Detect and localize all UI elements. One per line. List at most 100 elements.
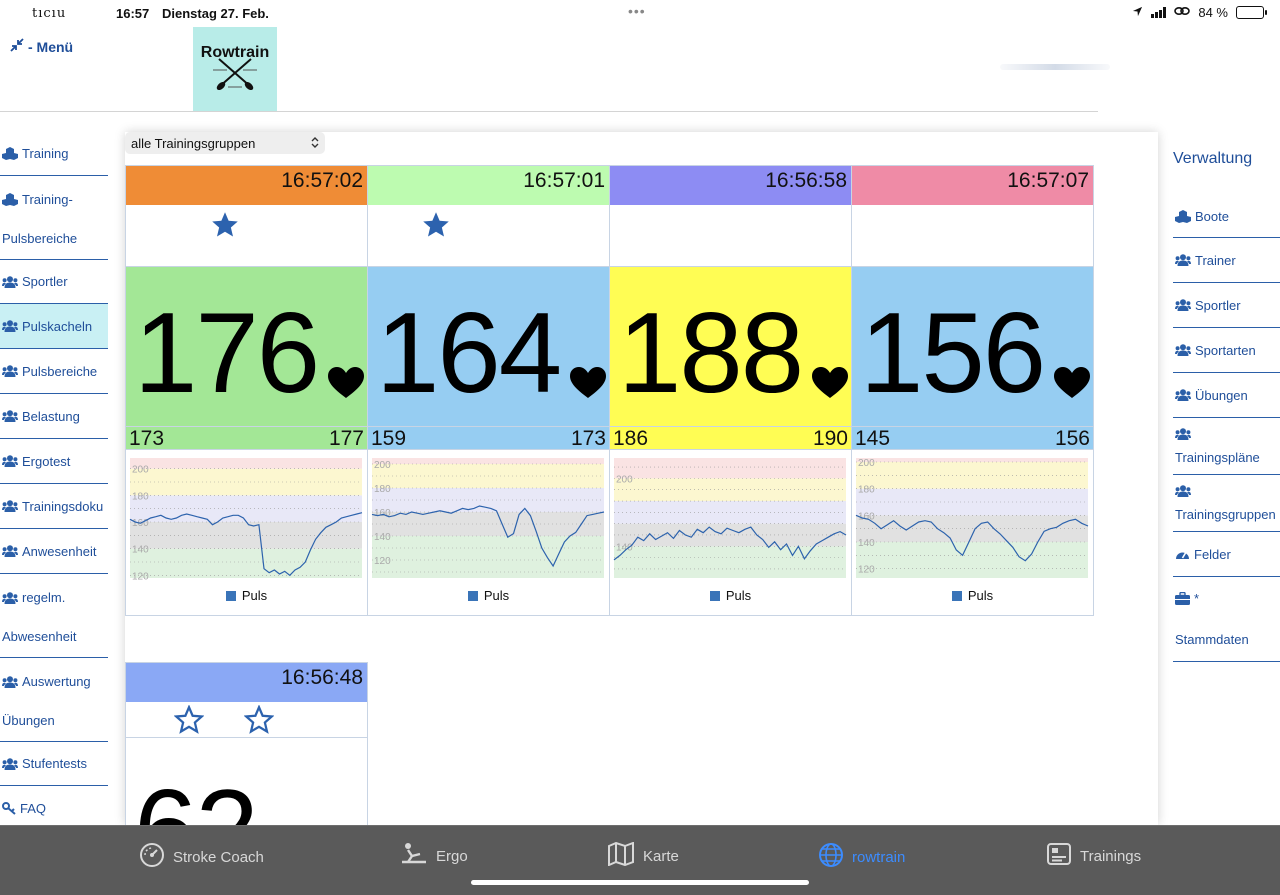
status-scribble: tıcıu <box>32 6 67 21</box>
admin-item-übungen[interactable]: Übungen <box>1173 373 1280 418</box>
star-outline-icon[interactable] <box>173 704 205 740</box>
tile-rating <box>368 205 609 267</box>
users-icon <box>2 545 18 557</box>
sidebar-item-label: Pulskacheln <box>22 318 93 334</box>
pulse-tile[interactable]: 16:57:01 164 159 173 120 140 160 180 200 Puls <box>367 165 610 616</box>
tile-minmax: 186 190 <box>610 426 851 450</box>
sidebar-item-row: Pulskacheln <box>2 319 106 334</box>
legend-label: Puls <box>241 588 268 603</box>
pulse-tile[interactable]: 16:56:58 188 186 190 140 200 Puls <box>609 165 852 616</box>
legend-swatch <box>467 591 478 601</box>
tile-max: 190 <box>812 427 848 450</box>
admin-item-label: Trainingsgruppen <box>1175 506 1276 522</box>
sidebar-item-pulskacheln[interactable]: Pulskacheln <box>0 304 108 349</box>
sidebar-item-training[interactable]: Training- Pulsbereiche <box>0 176 108 260</box>
sidebar-item-regelm[interactable]: regelm. Abwesenheit <box>0 574 108 658</box>
dock-label: Karte <box>643 847 679 865</box>
admin-item-label: * <box>1194 591 1200 606</box>
home-indicator[interactable] <box>471 880 809 885</box>
tile-bpm: 62 <box>134 774 259 828</box>
tile-bpm: 176 <box>134 290 320 417</box>
star-filled-icon[interactable] <box>421 210 451 245</box>
sidebar-item-label: Training <box>22 146 69 161</box>
admin-item-trainingsgruppen[interactable]: Trainingsgruppen <box>1173 475 1280 532</box>
cubes-icon <box>2 147 18 160</box>
location-icon <box>1132 5 1143 20</box>
users-icon <box>2 757 18 770</box>
dock-karte[interactable]: Karte <box>607 841 679 870</box>
menu-button[interactable]: - Menü <box>10 38 73 55</box>
admin-item-trainingspläne[interactable]: Trainingspläne <box>1173 418 1280 475</box>
chart-legend[interactable]: Puls <box>126 588 367 603</box>
sidebar-item-label-cont: Pulsbereiche <box>2 231 78 246</box>
heart-icon <box>328 367 364 404</box>
sidebar-item-label: Anwesenheit <box>22 543 97 559</box>
sidebar-item-ergotest[interactable]: Ergotest <box>0 439 108 484</box>
dock-rowtrain[interactable]: rowtrain <box>818 842 905 872</box>
dock-label: Stroke Coach <box>173 848 264 866</box>
crossed-oars-icon <box>213 58 257 91</box>
sidebar-item-sportler[interactable]: Sportler <box>0 260 108 304</box>
multitask-dots-icon[interactable]: ••• <box>628 3 646 19</box>
sidebar-item-row: Auswertung <box>2 674 106 689</box>
chart-legend[interactable]: Puls <box>368 588 609 603</box>
sidebar-item-trainingsdoku[interactable]: Trainingsdoku <box>0 484 108 529</box>
users-icon <box>2 365 18 377</box>
admin-item-trainer[interactable]: Trainer <box>1173 238 1280 283</box>
admin-item-felder[interactable]: Felder <box>1173 532 1280 577</box>
chart-legend[interactable]: Puls <box>852 588 1093 603</box>
users-icon <box>2 591 18 604</box>
status-time: 16:57 <box>116 6 150 21</box>
tile-max: 173 <box>570 427 606 450</box>
sidebar-item-label: Ergotest <box>22 453 71 469</box>
star-filled-icon[interactable] <box>210 210 240 245</box>
admin-item-boote[interactable]: Boote <box>1173 196 1280 238</box>
tile-pulse: 156 145 156 <box>852 267 1093 450</box>
tile-time: 16:57:07 <box>852 166 1093 205</box>
key-icon <box>2 801 16 815</box>
chart-legend[interactable]: Puls <box>610 588 851 603</box>
hr-zone-band <box>614 546 846 578</box>
admin-item-label: Felder <box>1194 546 1231 562</box>
dock-stroke-coach[interactable]: Stroke Coach <box>139 842 264 872</box>
admin-item-sportler[interactable]: Sportler <box>1173 283 1280 328</box>
sidebar-item-stufentests[interactable]: Stufentests <box>0 742 108 786</box>
pulse-tile[interactable]: 16:57:07 156 145 156 120 140 160 180 200 Puls <box>851 165 1094 616</box>
sidebar-item-auswertung[interactable]: Auswertung Übungen <box>0 658 108 742</box>
pulse-chart-svg: 120140160180200 <box>855 458 1089 578</box>
star-outline-icon[interactable] <box>243 704 275 740</box>
sidebar-item-training[interactable]: Training <box>0 132 108 176</box>
map-icon <box>607 841 635 870</box>
admin-item-label: Trainer <box>1195 252 1236 268</box>
sidebar-item-row: regelm. <box>2 590 106 605</box>
pulse-tile[interactable]: 16:57:02 176 173 177 120 140 160 180 200 Puls <box>125 165 368 616</box>
tile-bpm: 164 <box>376 290 562 417</box>
training-group-select[interactable]: alle Trainingsgruppen <box>125 132 325 154</box>
menu-label: - Menü <box>28 38 74 55</box>
y-tick-label: 120 <box>132 571 149 582</box>
admin-sidebar: Verwaltung Boote Trainer Sportler Sportarte… <box>1173 150 1280 662</box>
y-tick-label: 140 <box>132 545 149 556</box>
tile-pulse-chart: 140 200 Puls <box>610 450 851 615</box>
tile-minmax: 145 156 <box>852 426 1093 450</box>
sidebar-item-pulsbereiche[interactable]: Pulsbereiche <box>0 349 108 394</box>
admin-item-sportarten[interactable]: Sportarten <box>1173 328 1280 373</box>
tile-minmax: 173 177 <box>126 426 367 450</box>
admin-item-label: Boote <box>1195 209 1229 224</box>
pulse-tile[interactable]: 16:56:48 62 <box>125 662 368 827</box>
sidebar-item-row: Training <box>2 146 106 161</box>
sidebar-item-label: Sportler <box>22 274 68 289</box>
dock-label: Trainings <box>1080 847 1142 865</box>
sidebar-item-anwesenheit[interactable]: Anwesenheit <box>0 529 108 574</box>
admin-item-row: Trainer <box>1175 253 1278 268</box>
y-tick-label: 200 <box>616 474 633 485</box>
dock-trainings[interactable]: Trainings <box>1046 842 1141 870</box>
sidebar-item-belastung[interactable]: Belastung <box>0 394 108 439</box>
gauge-icon <box>1175 548 1190 560</box>
sidebar-item-label: Stufentests <box>22 756 88 771</box>
dock-ergo[interactable]: Ergo <box>400 842 468 870</box>
tile-rating <box>610 205 851 267</box>
globe-icon <box>818 842 844 872</box>
y-tick-label: 140 <box>374 532 391 543</box>
admin-item-stammdaten[interactable]: * Stammdaten <box>1173 577 1280 662</box>
